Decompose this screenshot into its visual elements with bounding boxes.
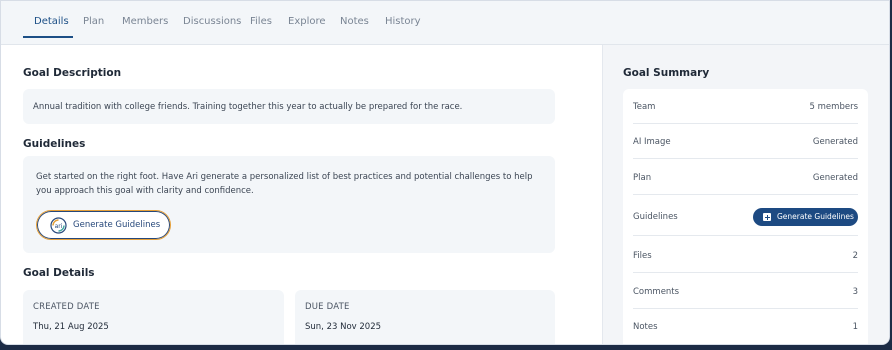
tab-history[interactable]: History (385, 16, 421, 27)
svg-text:ari: ari (55, 223, 63, 230)
summary-value: 2 (852, 251, 858, 261)
summary-row-ai-image: AI Image Generated (633, 124, 858, 159)
goal-description-card: Annual tradition with college friends. T… (23, 89, 555, 124)
main-content: Goal Description Annual tradition with c… (1, 45, 601, 344)
summary-row-notes: Notes 1 (633, 309, 858, 344)
due-date-value: Sun, 23 Nov 2025 (305, 322, 382, 332)
tab-bar: Details Plan Members Discussions Files E… (1, 1, 889, 45)
tab-notes[interactable]: Notes (340, 16, 369, 27)
goal-description-text: Annual tradition with college friends. T… (33, 102, 463, 112)
goal-summary-title: Goal Summary (623, 67, 710, 79)
guidelines-title: Guidelines (23, 138, 86, 150)
summary-row-comments: Comments 3 (633, 274, 858, 309)
generate-guidelines-button[interactable]: ari Generate Guidelines (36, 210, 171, 240)
summary-key: AI Image (633, 137, 671, 147)
created-date-value: Thu, 21 Aug 2025 (33, 322, 109, 332)
due-date-card: DUE DATE Sun, 23 Nov 2025 (295, 290, 555, 344)
goal-description-title: Goal Description (23, 67, 122, 79)
guidelines-text: Get started on the right foot. Have Ari … (36, 172, 533, 196)
summary-key: Comments (633, 287, 680, 297)
tab-discussions[interactable]: Discussions (183, 16, 241, 27)
plus-icon (763, 213, 771, 221)
summary-row-guidelines: Guidelines Generate Guidelines (633, 199, 858, 236)
summary-row-files: Files 2 (633, 238, 858, 273)
guidelines-card: Get started on the right foot. Have Ari … (23, 156, 555, 253)
active-tab-indicator (23, 36, 73, 38)
tab-plan[interactable]: Plan (83, 16, 104, 27)
tab-details[interactable]: Details (34, 16, 69, 27)
tab-members[interactable]: Members (122, 16, 168, 27)
generate-guidelines-label: Generate Guidelines (73, 220, 161, 230)
summary-value: 3 (852, 287, 858, 297)
goal-summary-card: Team 5 members AI Image Generated Plan G… (623, 89, 868, 344)
tab-files[interactable]: Files (250, 16, 272, 27)
summary-key: Plan (633, 173, 652, 183)
summary-generate-guidelines-button[interactable]: Generate Guidelines (753, 208, 858, 226)
summary-value: Generated (812, 173, 858, 183)
created-date-card: CREATED DATE Thu, 21 Aug 2025 (23, 290, 284, 344)
summary-key: Files (633, 251, 652, 261)
summary-key: Notes (633, 322, 658, 332)
summary-row-plan: Plan Generated (633, 160, 858, 195)
summary-key: Guidelines (633, 212, 678, 222)
summary-value: Generated (812, 137, 858, 147)
summary-value: 5 members (809, 102, 858, 112)
summary-generate-guidelines-label: Generate Guidelines (777, 212, 854, 221)
due-date-label: DUE DATE (305, 302, 350, 312)
goal-details-title: Goal Details (23, 267, 95, 279)
summary-row-team: Team 5 members (633, 89, 858, 124)
goal-detail-panel: Details Plan Members Discussions Files E… (0, 0, 890, 345)
summary-key: Team (633, 102, 656, 112)
created-date-label: CREATED DATE (33, 302, 100, 312)
ari-icon: ari (50, 217, 67, 234)
summary-value: 1 (852, 322, 858, 332)
tab-explore[interactable]: Explore (288, 16, 326, 27)
goal-summary-panel: Goal Summary Team 5 members AI Image Gen… (602, 45, 889, 344)
